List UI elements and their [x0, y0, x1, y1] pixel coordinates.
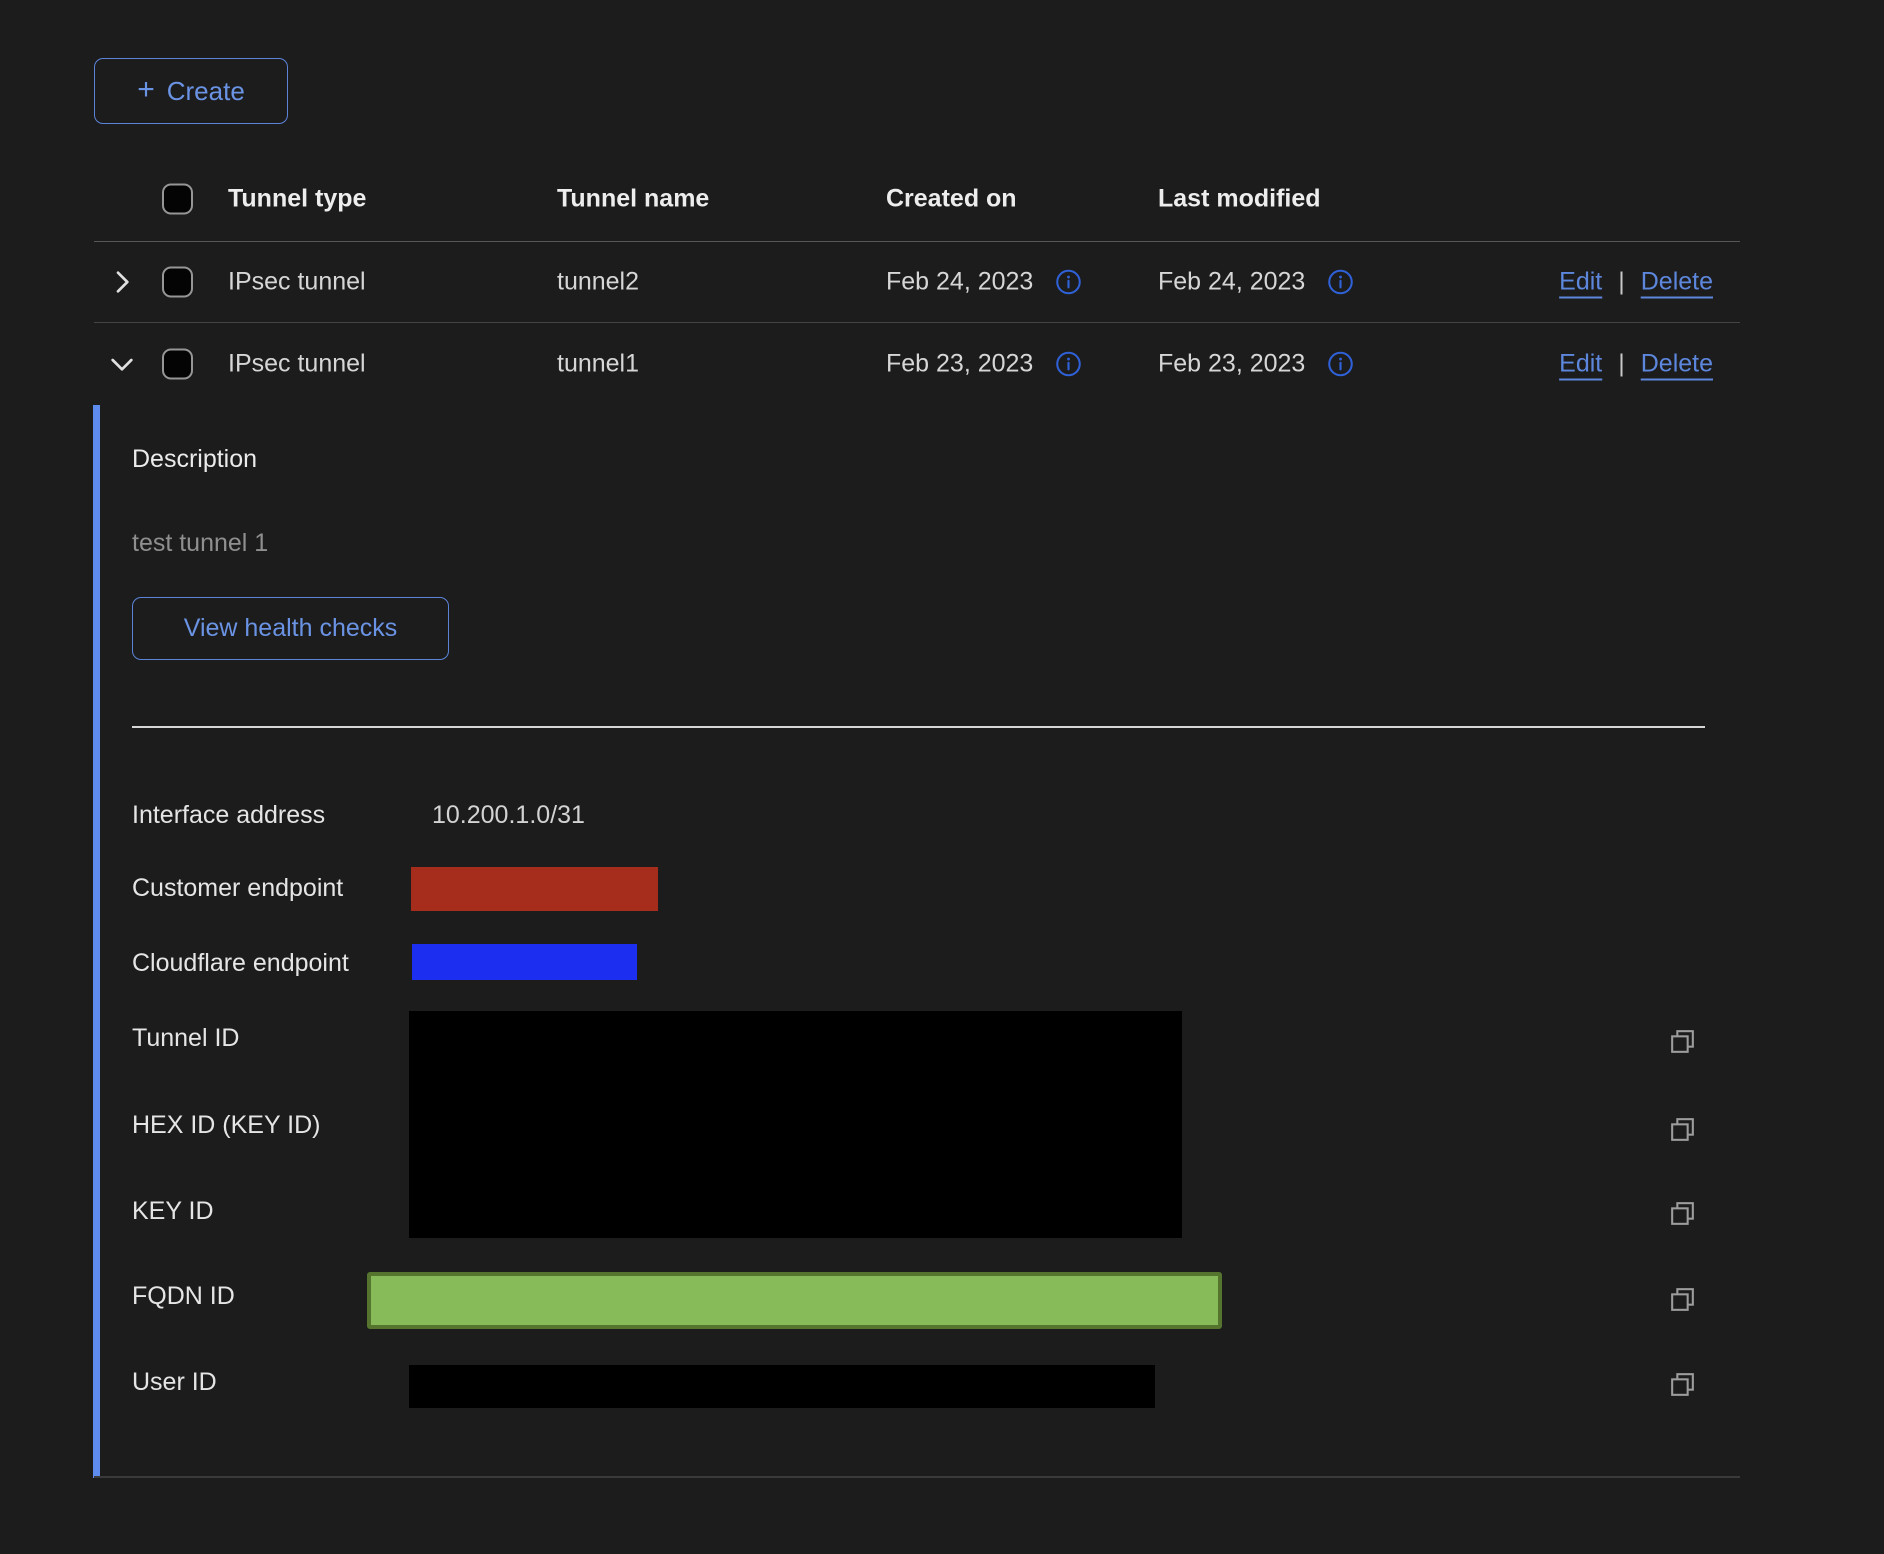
customer-endpoint-redaction: [411, 867, 658, 911]
delete-link[interactable]: Delete: [1641, 268, 1713, 297]
row-checkbox[interactable]: [162, 267, 193, 298]
created-on-cell: Feb 24, 2023: [886, 268, 1033, 297]
action-separator: |: [1618, 268, 1625, 297]
cloudflare-endpoint-redaction: [412, 944, 637, 980]
last-modified-cell: Feb 24, 2023: [1158, 268, 1305, 297]
fqdn-id-redaction: [367, 1272, 1222, 1329]
header-tunnel-type: Tunnel type: [228, 184, 366, 213]
info-icon[interactable]: [1327, 269, 1354, 296]
header-tunnel-name: Tunnel name: [557, 184, 709, 213]
chevron-down-icon: [106, 348, 138, 380]
table-header-row: Tunnel type Tunnel name Created on Last …: [94, 156, 1740, 242]
expanded-row-bottom-border: [94, 1476, 1740, 1478]
copy-icon: [1667, 1114, 1698, 1145]
description-label: Description: [132, 444, 257, 474]
customer-endpoint-label: Customer endpoint: [132, 873, 343, 903]
select-all-checkbox[interactable]: [162, 183, 193, 214]
last-modified-cell: Feb 23, 2023: [1158, 350, 1305, 379]
row-checkbox[interactable]: [162, 349, 193, 380]
expanded-row-accent-bar: [93, 405, 100, 1478]
interface-address-value: 10.200.1.0/31: [432, 800, 585, 830]
ids-redaction-block: [409, 1011, 1182, 1238]
copy-icon: [1667, 1026, 1698, 1057]
table-row: IPsec tunnel tunnel1 Feb 23, 2023 Feb 23…: [94, 323, 1740, 405]
create-button-label: Create: [167, 76, 245, 107]
edit-link[interactable]: Edit: [1559, 268, 1602, 297]
tunnels-page: + Create Tunnel type Tunnel name Created…: [0, 0, 1884, 1554]
header-created-on: Created on: [886, 184, 1017, 213]
edit-link[interactable]: Edit: [1559, 350, 1602, 379]
table-row: IPsec tunnel tunnel2 Feb 24, 2023 Feb 24…: [94, 242, 1740, 323]
tunnel-id-label: Tunnel ID: [132, 1023, 239, 1053]
copy-tunnel-id-button[interactable]: [1661, 1021, 1703, 1061]
collapse-row-button[interactable]: [100, 342, 144, 386]
action-separator: |: [1618, 350, 1625, 379]
chevron-right-icon: [106, 266, 138, 298]
info-icon[interactable]: [1327, 351, 1354, 378]
info-icon[interactable]: [1055, 269, 1082, 296]
copy-icon: [1667, 1284, 1698, 1315]
fqdn-id-label: FQDN ID: [132, 1281, 235, 1311]
created-on-cell: Feb 23, 2023: [886, 350, 1033, 379]
section-divider: [132, 726, 1705, 728]
user-id-redaction: [409, 1365, 1155, 1408]
copy-hex-id-button[interactable]: [1661, 1109, 1703, 1149]
copy-user-id-button[interactable]: [1661, 1364, 1703, 1404]
tunnel-name-cell: tunnel2: [557, 268, 639, 297]
view-health-checks-button[interactable]: View health checks: [132, 597, 449, 660]
key-id-label: KEY ID: [132, 1196, 214, 1226]
copy-icon: [1667, 1198, 1698, 1229]
info-icon[interactable]: [1055, 351, 1082, 378]
tunnel-name-cell: tunnel1: [557, 350, 639, 379]
header-last-modified: Last modified: [1158, 184, 1321, 213]
expand-row-button[interactable]: [100, 260, 144, 304]
create-button[interactable]: + Create: [94, 58, 288, 124]
description-value: test tunnel 1: [132, 528, 268, 558]
copy-key-id-button[interactable]: [1661, 1193, 1703, 1233]
hex-id-label: HEX ID (KEY ID): [132, 1110, 320, 1140]
plus-icon: +: [137, 75, 155, 105]
tunnel-type-cell: IPsec tunnel: [228, 350, 366, 379]
user-id-label: User ID: [132, 1367, 217, 1397]
tunnel-type-cell: IPsec tunnel: [228, 268, 366, 297]
copy-icon: [1667, 1369, 1698, 1400]
copy-fqdn-id-button[interactable]: [1661, 1279, 1703, 1319]
cloudflare-endpoint-label: Cloudflare endpoint: [132, 948, 349, 978]
interface-address-label: Interface address: [132, 800, 325, 830]
delete-link[interactable]: Delete: [1641, 350, 1713, 379]
